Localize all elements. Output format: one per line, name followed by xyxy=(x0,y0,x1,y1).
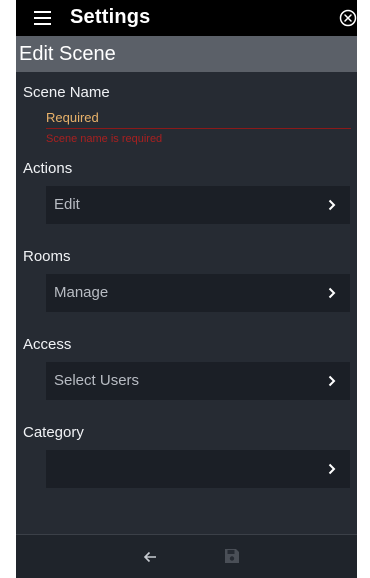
scene-name-input[interactable]: Required xyxy=(46,110,99,125)
close-circle-icon[interactable] xyxy=(339,9,357,27)
bottom-toolbar xyxy=(16,534,357,578)
scene-name-error: Scene name is required xyxy=(46,133,163,145)
access-select-users-label: Select Users xyxy=(54,372,140,389)
page-title: Edit Scene xyxy=(19,43,116,65)
category-label: Category xyxy=(23,424,84,441)
arrow-left-icon[interactable] xyxy=(142,549,158,565)
page-header: Edit Scene xyxy=(16,36,357,72)
scene-name-underline xyxy=(46,128,351,129)
chevron-right-icon xyxy=(328,375,336,387)
floppy-disk-icon[interactable] xyxy=(224,548,240,564)
rooms-manage-row[interactable]: Manage xyxy=(46,274,350,312)
category-select-row[interactable] xyxy=(46,450,350,488)
actions-label: Actions xyxy=(23,160,73,177)
app-title: Settings xyxy=(70,6,151,28)
chevron-right-icon xyxy=(328,287,336,299)
chevron-right-icon xyxy=(328,463,336,475)
rooms-manage-label: Manage xyxy=(54,284,109,301)
scene-name-label: Scene Name xyxy=(23,84,110,101)
top-bar: Settings xyxy=(16,0,357,36)
hamburger-icon[interactable] xyxy=(34,11,51,25)
access-label: Access xyxy=(23,336,72,353)
chevron-right-icon xyxy=(328,199,336,211)
actions-edit-row[interactable]: Edit xyxy=(46,186,350,224)
access-select-users-row[interactable]: Select Users xyxy=(46,362,350,400)
rooms-label: Rooms xyxy=(23,248,71,265)
app-frame: Settings Edit Scene Scene Name Required … xyxy=(16,0,357,578)
actions-edit-label: Edit xyxy=(54,196,80,213)
